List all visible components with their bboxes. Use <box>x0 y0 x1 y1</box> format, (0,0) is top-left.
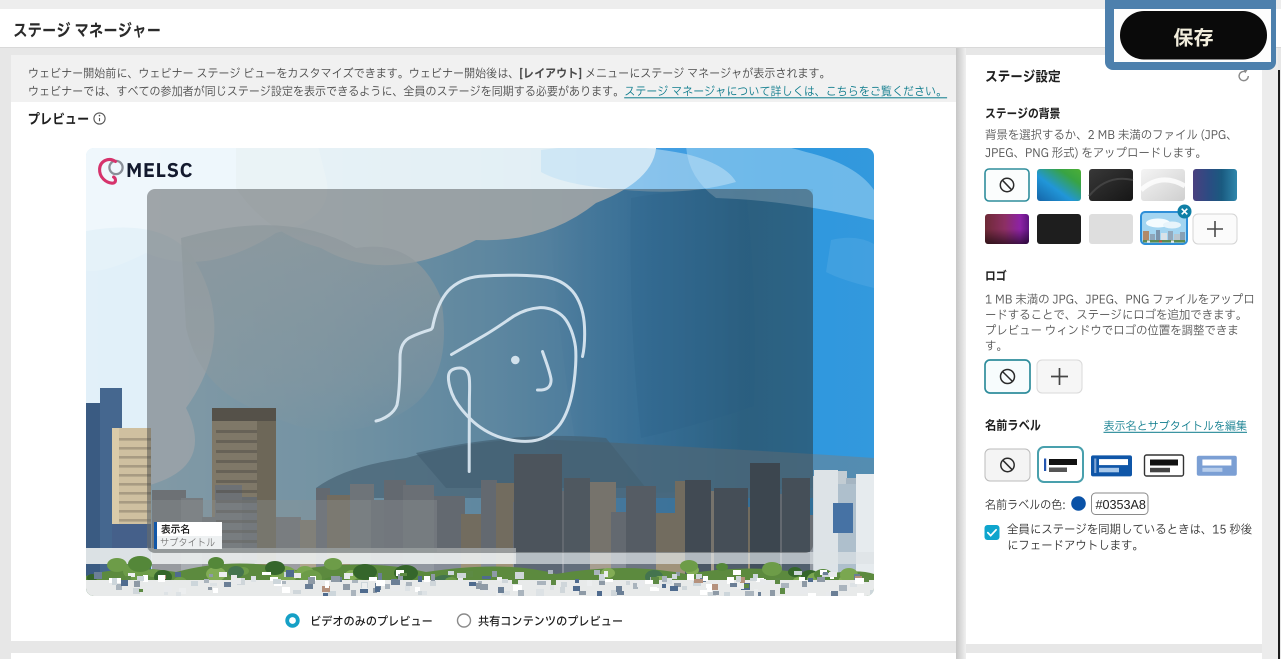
svg-text:#0353A8: #0353A8 <box>1096 498 1146 512</box>
